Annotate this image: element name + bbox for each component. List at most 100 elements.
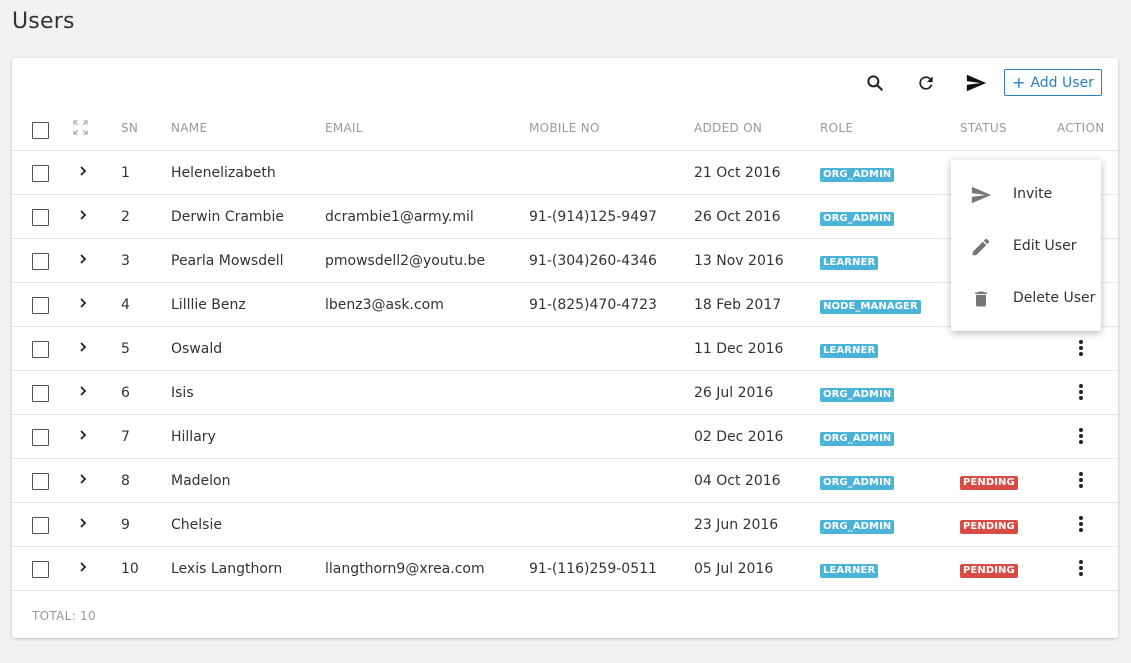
add-user-button[interactable]: + Add User (1004, 69, 1102, 96)
add-user-label: Add User (1030, 74, 1094, 91)
row-checkbox[interactable] (32, 297, 49, 314)
role-badge: ORG_ADMIN (820, 476, 895, 490)
cell-sn: 9 (121, 517, 130, 533)
row-checkbox[interactable] (32, 341, 49, 358)
row-checkbox[interactable] (32, 165, 49, 182)
chevron-right-icon[interactable] (76, 559, 90, 575)
header-email: EMAIL (325, 121, 363, 135)
search-button[interactable] (860, 68, 890, 98)
header-name: NAME (171, 121, 208, 135)
cell-sn: 1 (121, 165, 130, 181)
more-actions-icon[interactable] (1075, 382, 1087, 404)
total-count: TOTAL: 10 (32, 609, 96, 623)
header-sn: SN (121, 121, 139, 135)
chevron-right-icon[interactable] (76, 339, 90, 355)
send-icon (966, 74, 987, 92)
chevron-right-icon[interactable] (76, 207, 90, 223)
cell-sn: 3 (121, 253, 130, 269)
status-badge: PENDING (960, 564, 1018, 578)
role-badge: ORG_ADMIN (820, 520, 895, 534)
menu-item-invite[interactable]: Invite (951, 171, 1101, 219)
pencil-icon (968, 235, 994, 259)
search-icon (867, 75, 883, 91)
chevron-right-icon[interactable] (76, 383, 90, 399)
row-checkbox[interactable] (32, 429, 49, 446)
refresh-icon (919, 76, 933, 90)
more-actions-icon[interactable] (1075, 558, 1087, 580)
chevron-right-icon[interactable] (76, 515, 90, 531)
header-mobile: MOBILE NO (529, 121, 600, 135)
row-checkbox[interactable] (32, 473, 49, 490)
row-checkbox[interactable] (32, 517, 49, 534)
cell-sn: 10 (121, 561, 139, 577)
row-checkbox[interactable] (32, 253, 49, 270)
status-badge: PENDING (960, 520, 1018, 534)
chevron-right-icon[interactable] (76, 251, 90, 267)
cell-sn: 7 (121, 429, 130, 445)
chevron-right-icon[interactable] (76, 295, 90, 311)
more-actions-icon[interactable] (1075, 470, 1087, 492)
header-added-on: ADDED ON (694, 121, 763, 135)
cell-added-on: 23 Jun 2016 (694, 517, 779, 533)
cell-name: Madelon (171, 473, 231, 489)
expand-all-icon[interactable] (73, 120, 88, 135)
menu-item-label: Edit User (1013, 238, 1077, 254)
cell-mobile: 91-(116)259-0511 (529, 561, 657, 577)
role-badge: LEARNER (820, 564, 879, 578)
cell-mobile: 91-(825)470-4723 (529, 297, 657, 313)
header-action: ACTION (1057, 121, 1105, 135)
cell-added-on: 18 Feb 2017 (694, 297, 782, 313)
row-checkbox[interactable] (32, 209, 49, 226)
trash-icon (968, 287, 994, 311)
menu-item-label: Delete User (1013, 290, 1096, 306)
menu-item-edit-user[interactable]: Edit User (951, 223, 1101, 271)
role-badge: NODE_MANAGER (820, 300, 921, 314)
cell-added-on: 02 Dec 2016 (694, 429, 784, 445)
cell-sn: 5 (121, 341, 130, 357)
chevron-right-icon[interactable] (76, 163, 90, 179)
role-badge: LEARNER (820, 344, 879, 358)
cell-email: dcrambie1@army.mil (325, 209, 474, 225)
send-invite-button[interactable] (961, 68, 991, 98)
header-status: STATUS (960, 121, 1007, 135)
chevron-right-icon[interactable] (76, 427, 90, 443)
cell-name: Isis (171, 385, 194, 401)
status-badge: PENDING (960, 476, 1018, 490)
menu-item-label: Invite (1013, 186, 1053, 202)
more-actions-icon[interactable] (1075, 338, 1087, 360)
row-checkbox[interactable] (32, 561, 49, 578)
cell-added-on: 04 Oct 2016 (694, 473, 781, 489)
cell-sn: 2 (121, 209, 130, 225)
users-card: + Add User SN NAME EMAIL MOBILE NO ADDED… (12, 58, 1118, 638)
cell-added-on: 11 Dec 2016 (694, 341, 784, 357)
table-row: 5 Oswald 11 Dec 2016 LEARNER (12, 327, 1118, 371)
more-actions-icon[interactable] (1075, 426, 1087, 448)
chevron-right-icon[interactable] (76, 471, 90, 487)
role-badge: ORG_ADMIN (820, 168, 895, 182)
cell-email: lbenz3@ask.com (325, 297, 444, 313)
cell-name: Pearla Mowsdell (171, 253, 284, 269)
cell-sn: 8 (121, 473, 130, 489)
cell-sn: 4 (121, 297, 130, 313)
cell-email: llangthorn9@xrea.com (325, 561, 485, 577)
cell-added-on: 05 Jul 2016 (694, 561, 774, 577)
cell-added-on: 26 Oct 2016 (694, 209, 781, 225)
row-checkbox[interactable] (32, 385, 49, 402)
cell-name: Lilllie Benz (171, 297, 246, 313)
menu-item-delete-user[interactable]: Delete User (951, 275, 1101, 323)
cell-sn: 6 (121, 385, 130, 401)
cell-name: Oswald (171, 341, 223, 357)
cell-added-on: 13 Nov 2016 (694, 253, 784, 269)
table-row: 8 Madelon 04 Oct 2016 ORG_ADMIN PENDING (12, 459, 1118, 503)
cell-mobile: 91-(304)260-4346 (529, 253, 657, 269)
cell-name: Derwin Crambie (171, 209, 284, 225)
table-row: 9 Chelsie 23 Jun 2016 ORG_ADMIN PENDING (12, 503, 1118, 547)
plus-icon: + (1012, 72, 1026, 92)
refresh-button[interactable] (911, 68, 941, 98)
cell-name: Helenelizabeth (171, 165, 276, 181)
table-row: 6 Isis 26 Jul 2016 ORG_ADMIN (12, 371, 1118, 415)
cell-email: pmowsdell2@youtu.be (325, 253, 486, 269)
more-actions-icon[interactable] (1075, 514, 1087, 536)
cell-name: Lexis Langthorn (171, 561, 283, 577)
select-all-checkbox[interactable] (32, 122, 49, 139)
